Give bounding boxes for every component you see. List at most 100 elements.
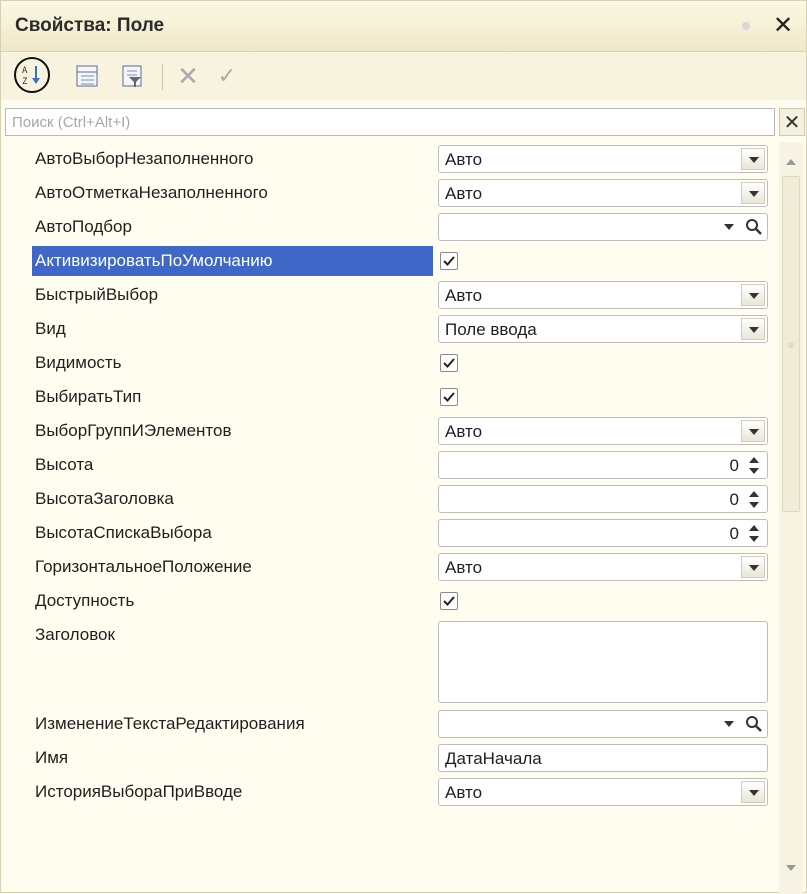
property-row[interactable]: Заголовок <box>22 618 772 703</box>
select-search-button[interactable] <box>744 217 764 237</box>
property-name: ВыбиратьТип <box>35 387 142 406</box>
property-row[interactable]: ИсторияВыбораПриВводе Авто <box>22 775 772 809</box>
cancel-button[interactable]: ✕ <box>171 59 205 93</box>
scroll-thumb[interactable] <box>782 176 800 512</box>
vertical-scrollbar[interactable] <box>779 142 803 894</box>
select-search-button[interactable] <box>744 714 764 734</box>
property-row[interactable]: Высота 0 <box>22 448 772 482</box>
property-dropdown[interactable]: Авто <box>438 553 768 581</box>
property-row[interactable]: Имя ДатаНачала <box>22 741 772 775</box>
dropdown-arrow-icon[interactable] <box>717 713 741 735</box>
dropdown-arrow-icon[interactable] <box>741 148 765 170</box>
property-name: ВысотаЗаголовка <box>35 489 174 508</box>
property-name: Доступность <box>35 591 135 610</box>
property-value: 0 <box>729 524 739 543</box>
property-dropdown[interactable] <box>438 213 768 241</box>
property-checkbox[interactable] <box>440 354 458 372</box>
apply-button[interactable]: ✓ <box>210 59 244 93</box>
property-dropdown[interactable]: Авто <box>438 417 768 445</box>
property-text-field[interactable]: ДатаНачала <box>438 744 768 772</box>
spin-arrows-icon[interactable] <box>745 489 763 511</box>
property-value: Авто <box>445 184 483 203</box>
property-dropdown[interactable]: Авто <box>438 778 768 806</box>
property-dropdown[interactable]: Авто <box>438 145 768 173</box>
sort-alphabetical-button[interactable]: A Z <box>14 57 50 93</box>
dropdown-arrow-icon[interactable] <box>741 420 765 442</box>
property-row[interactable]: АктивизироватьПоУмолчанию <box>22 244 772 278</box>
property-row[interactable]: Вид Поле ввода <box>22 312 772 346</box>
svg-text:Z: Z <box>22 77 28 87</box>
search-icon <box>746 219 762 235</box>
toolbar: A Z ✕ ✓ <box>1 52 806 100</box>
property-row[interactable]: ИзменениеТекстаРедактирования <box>22 707 772 741</box>
svg-text:A: A <box>22 66 28 76</box>
property-row[interactable]: АвтоВыборНезаполненного Авто <box>22 142 772 176</box>
search-input[interactable] <box>5 108 775 136</box>
property-name: АвтоВыборНезаполненного <box>35 149 254 168</box>
properties-panel: Свойства: Поле ✕ A Z ✕ ✓ Поиск (Ctrl+Alt… <box>0 0 807 894</box>
scroll-down-arrow-icon[interactable] <box>783 860 799 876</box>
property-textarea[interactable] <box>438 621 768 703</box>
dropdown-arrow-icon[interactable] <box>741 781 765 803</box>
property-number-field[interactable]: 0 <box>438 519 768 547</box>
property-row[interactable]: БыстрыйВыбор Авто <box>22 278 772 312</box>
property-name: АктивизироватьПоУмолчанию <box>35 251 273 270</box>
spin-arrows-icon[interactable] <box>745 523 763 545</box>
property-name: Заголовок <box>35 625 115 644</box>
property-value: Авто <box>445 150 483 169</box>
property-dropdown[interactable]: Поле ввода <box>438 315 768 343</box>
property-row[interactable]: ВысотаСпискаВыбора 0 <box>22 516 772 550</box>
property-checkbox[interactable] <box>440 388 458 406</box>
scroll-up-arrow-icon[interactable] <box>783 154 799 170</box>
property-name: Вид <box>35 319 66 338</box>
property-number-field[interactable]: 0 <box>438 485 768 513</box>
property-row[interactable]: ГоризонтальноеПоложение Авто <box>22 550 772 584</box>
property-name: ВыборГруппИЭлементов <box>35 421 232 440</box>
property-grid: АвтоВыборНезаполненного Авто АвтоОтметкаНе… <box>22 142 800 894</box>
property-row[interactable]: АвтоПодбор <box>22 210 772 244</box>
property-checkbox[interactable] <box>440 592 458 610</box>
dropdown-arrow-icon[interactable] <box>741 182 765 204</box>
property-number-field[interactable]: 0 <box>438 451 768 479</box>
filter-button[interactable] <box>115 59 149 93</box>
property-name: ГоризонтальноеПоложение <box>35 557 252 576</box>
property-name: Высота <box>35 455 94 474</box>
property-row[interactable]: ВыбиратьТип <box>22 380 772 414</box>
property-name: Видимость <box>35 353 122 372</box>
property-row[interactable]: АвтоОтметкаНезаполненного Авто <box>22 176 772 210</box>
dropdown-arrow-icon[interactable] <box>741 556 765 578</box>
property-row[interactable]: Доступность <box>22 584 772 618</box>
property-value: Поле ввода <box>445 320 537 339</box>
property-value: 0 <box>729 456 739 475</box>
search-icon <box>746 716 762 732</box>
dropdown-arrow-icon[interactable] <box>741 318 765 340</box>
property-dropdown[interactable]: Авто <box>438 179 768 207</box>
property-name: АвтоПодбор <box>35 217 132 236</box>
property-name: ВысотаСпискаВыбора <box>35 523 212 542</box>
close-panel-button[interactable]: ✕ <box>769 12 797 40</box>
property-value: Авто <box>445 558 483 577</box>
property-value: 0 <box>729 490 739 509</box>
property-value: ДатаНачала <box>445 749 542 768</box>
toolbar-separator <box>162 64 163 90</box>
dropdown-arrow-icon[interactable] <box>717 216 741 238</box>
property-name: ИзменениеТекстаРедактирования <box>35 714 305 733</box>
property-name: ИсторияВыбораПриВводе <box>35 782 243 801</box>
panel-titlebar: Свойства: Поле ✕ <box>1 1 806 52</box>
scroll-grip-icon <box>788 342 794 348</box>
spin-arrows-icon[interactable] <box>745 455 763 477</box>
property-row[interactable]: ВысотаЗаголовка 0 <box>22 482 772 516</box>
property-name: БыстрыйВыбор <box>35 285 159 304</box>
property-checkbox[interactable] <box>440 252 458 270</box>
search-clear-button[interactable]: ✕ <box>779 108 805 136</box>
dropdown-arrow-icon[interactable] <box>741 284 765 306</box>
filter-icon <box>122 65 142 87</box>
pin-icon[interactable] <box>742 22 750 30</box>
property-row[interactable]: Видимость <box>22 346 772 380</box>
property-dropdown[interactable] <box>438 710 768 738</box>
property-row[interactable]: ВыборГруппИЭлементов Авто <box>22 414 772 448</box>
property-dropdown[interactable]: Авто <box>438 281 768 309</box>
property-name: АвтоОтметкаНезаполненного <box>35 183 268 202</box>
categories-icon <box>76 65 98 87</box>
categories-button[interactable] <box>70 59 104 93</box>
